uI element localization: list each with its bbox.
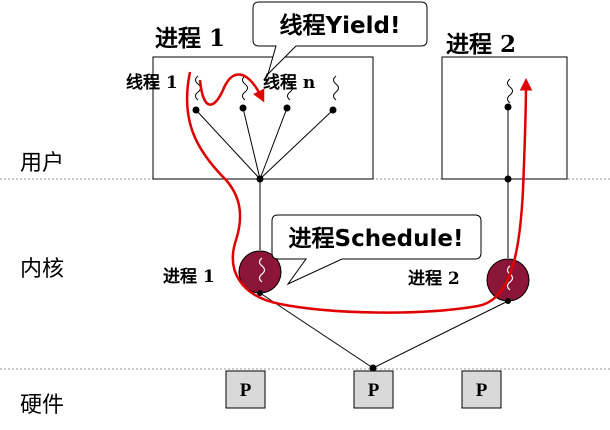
cpu-2: P [353, 370, 394, 409]
cpu-1: P [225, 370, 266, 409]
cpu-1-label: P [240, 380, 252, 401]
process-1-junction-dot [256, 175, 264, 183]
thread-n-label: 线程 n [263, 72, 315, 93]
thread-1-squiggle [195, 75, 201, 101]
process-2-junction-dot [504, 175, 512, 183]
cpu-3-label: P [476, 380, 488, 401]
hardware-junction-dot [369, 364, 377, 372]
schedule-arrow [185, 71, 533, 314]
yield-arrow [198, 73, 265, 106]
kernel-hardware-links [259, 292, 509, 369]
thread-2-squiggle [242, 75, 248, 101]
cpu-3: P [461, 370, 502, 409]
thread-1-label: 线程 1 [126, 72, 178, 93]
kernel-process-2-label: 进程 2 [408, 269, 460, 289]
process-2-title: 进程 2 [446, 31, 516, 58]
process-2-box [441, 56, 568, 180]
process-2-thread-squiggle [507, 78, 513, 104]
kernel-layer-label: 内核 [20, 257, 64, 282]
hardware-layer-label: 硬件 [20, 393, 64, 418]
yield-callout: 线程Yield! [252, 1, 428, 76]
user-layer-label: 用户 [20, 151, 64, 176]
process-1-title: 进程 1 [155, 25, 225, 52]
kernel-process-1-label: 进程 1 [163, 267, 215, 287]
cpu-2-label: P [368, 380, 380, 401]
yield-callout-text: 线程Yield! [280, 12, 401, 39]
thread-n-squiggle [333, 75, 339, 101]
schedule-callout-text: 进程Schedule! [289, 226, 464, 252]
thread-scheduling-diagram: 用户 内核 硬件 进程 1 进程 2 线程 1 线程 n 进程 1 进程 2 P… [0, 1, 610, 418]
